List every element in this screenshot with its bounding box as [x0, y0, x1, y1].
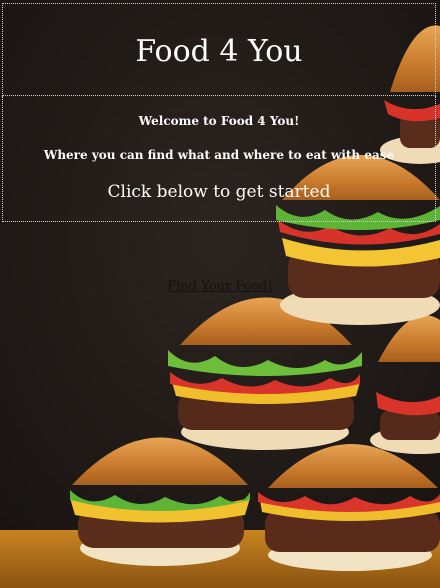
find-food-link-wrapper: Find Your Food! [0, 275, 440, 294]
intro-panel: Welcome to Food 4 You! Where you can fin… [2, 96, 436, 222]
site-header: Food 4 You [2, 3, 436, 96]
site-title: Food 4 You [135, 34, 303, 69]
tagline-text: Where you can find what and where to eat… [43, 148, 395, 162]
welcome-text: Welcome to Food 4 You! [138, 114, 300, 128]
find-food-link[interactable]: Find Your Food! [167, 279, 273, 294]
cta-heading: Click below to get started [107, 182, 331, 202]
